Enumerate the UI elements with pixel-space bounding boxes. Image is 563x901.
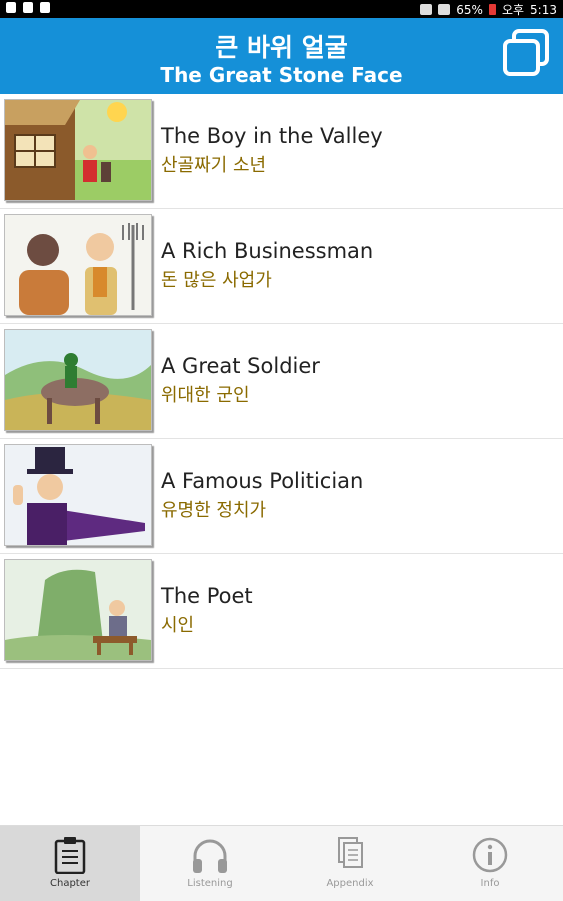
briefcase-icon: [23, 2, 33, 13]
chapter-title: A Great Soldier: [161, 354, 320, 378]
time-period: 오후: [501, 3, 525, 17]
battery-icon: [488, 4, 496, 15]
tab-label: Listening: [187, 878, 233, 889]
chapter-item[interactable]: The Boy in the Valley 산골짜기 소년: [0, 94, 563, 209]
chapter-list: The Boy in the Valley 산골짜기 소년 A Rich Bus…: [0, 94, 563, 669]
chapter-title: The Poet: [161, 584, 253, 608]
chapter-subtitle: 시인: [161, 615, 195, 636]
chapter-item[interactable]: A Rich Businessman 돈 많은 사업가: [0, 209, 563, 324]
chapter-item[interactable]: A Great Soldier 위대한 군인: [0, 324, 563, 439]
chapter-title: A Famous Politician: [161, 469, 364, 493]
chapter-item[interactable]: The Poet 시인: [0, 554, 563, 669]
tab-label: Info: [480, 878, 500, 889]
headphones-icon: [193, 839, 227, 873]
chapter-thumbnail: [4, 99, 152, 201]
wifi-icon: [438, 4, 451, 15]
tab-label: Chapter: [50, 878, 90, 889]
chapter-title: The Boy in the Valley: [161, 124, 383, 148]
briefcase-icon: [40, 2, 50, 13]
clipboard-icon: [54, 837, 86, 874]
chapter-subtitle: 돈 많은 사업가: [161, 270, 272, 291]
chapter-thumbnail: [4, 214, 152, 316]
chapter-thumbnail: [4, 444, 152, 546]
info-icon: [472, 837, 508, 873]
system-status: 65% 오후 5:13: [420, 1, 557, 18]
notification-icons: [6, 2, 50, 13]
copy-icon[interactable]: [501, 28, 551, 78]
chapter-subtitle: 유명한 정치가: [161, 500, 267, 521]
chapter-subtitle: 산골짜기 소년: [161, 155, 267, 176]
chapter-thumbnail: [4, 329, 152, 431]
status-bar: 65% 오후 5:13: [0, 0, 563, 18]
tab-label: Appendix: [326, 878, 374, 889]
mute-icon: [420, 4, 433, 15]
tab-listening[interactable]: Listening: [140, 826, 280, 901]
battery-percent: 65%: [456, 2, 483, 17]
chapter-item[interactable]: A Famous Politician 유명한 정치가: [0, 439, 563, 554]
tab-info[interactable]: Info: [420, 826, 560, 901]
tab-chapter[interactable]: Chapter: [0, 826, 140, 901]
chapter-subtitle: 위대한 군인: [161, 385, 250, 406]
usb-icon: [6, 2, 16, 13]
app-header: 큰 바위 얼굴 The Great Stone Face: [0, 18, 563, 94]
tab-appendix[interactable]: Appendix: [280, 826, 420, 901]
bottom-tab-bar: Chapter Listening Appendix Info: [0, 825, 563, 901]
documents-icon: [338, 837, 363, 868]
chapter-title: A Rich Businessman: [161, 239, 374, 263]
title-korean: 큰 바위 얼굴: [215, 33, 348, 62]
title-english: The Great Stone Face: [160, 63, 403, 87]
clock: 5:13: [530, 2, 557, 17]
chapter-thumbnail: [4, 559, 152, 661]
